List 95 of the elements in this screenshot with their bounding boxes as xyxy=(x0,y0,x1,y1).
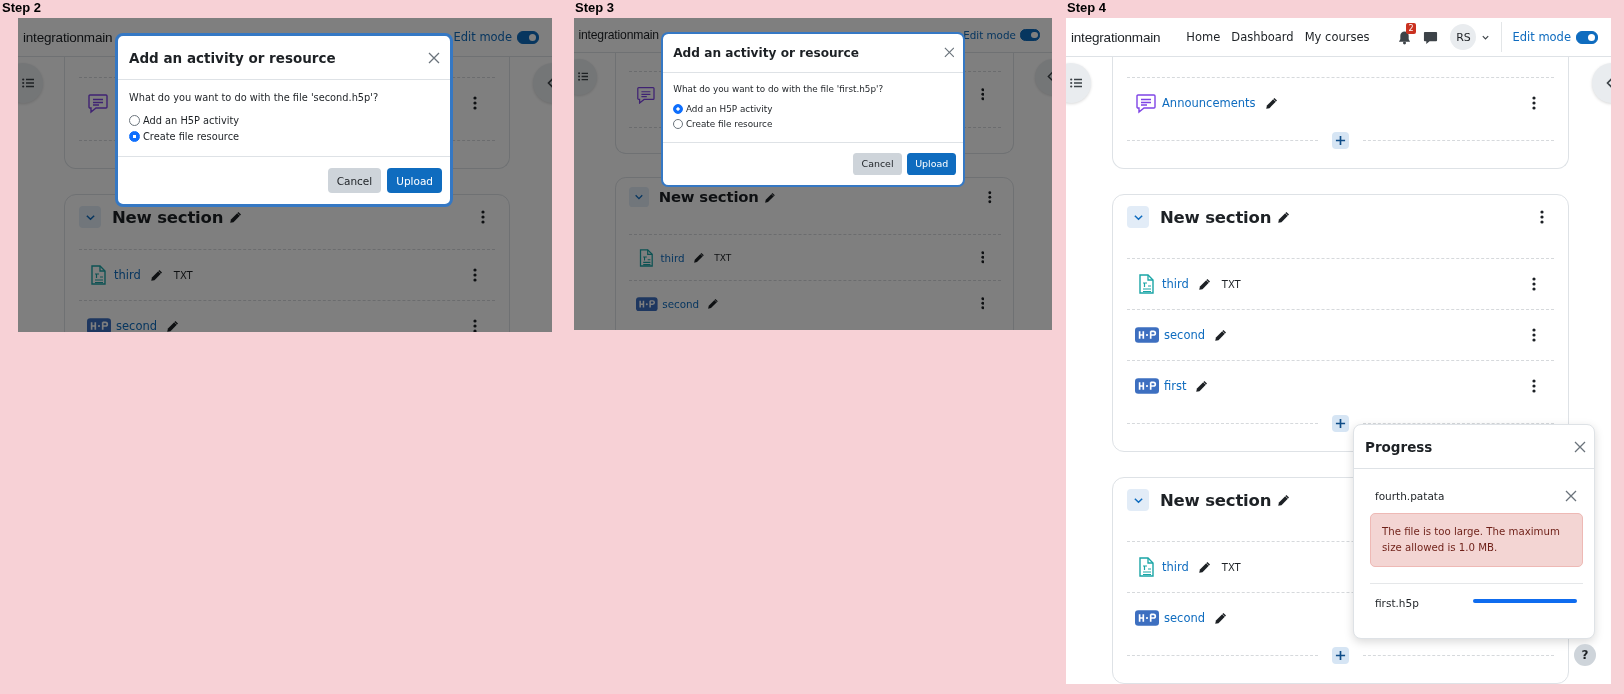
kebab-menu-icon[interactable] xyxy=(1532,96,1536,110)
dialog-title: Add an activity or resource xyxy=(129,49,337,66)
activity-link[interactable]: third xyxy=(1162,560,1189,574)
radio-button[interactable] xyxy=(673,118,684,129)
nav-link[interactable]: Home xyxy=(1186,30,1221,44)
speech-bubble-icon xyxy=(87,92,109,114)
edit-mode-toggle[interactable] xyxy=(1576,30,1598,44)
dialog-question: What do you want to do with the file 'first.h5p'? xyxy=(673,84,885,94)
kebab-menu-icon[interactable] xyxy=(1540,210,1544,224)
error-message: The file is too large. The maximum size allowed is 1.0 MB. xyxy=(1370,513,1583,567)
edit-mode-toggle[interactable] xyxy=(1020,29,1041,41)
site-name[interactable]: integrationmain xyxy=(578,28,659,43)
section-title: New section xyxy=(112,207,224,227)
section-title: New section xyxy=(658,188,759,207)
h5p-icon xyxy=(1135,327,1159,343)
chat-icon[interactable] xyxy=(1423,29,1439,45)
close-icon[interactable] xyxy=(943,47,955,59)
kebab-menu-icon[interactable] xyxy=(1532,328,1536,342)
pencil-icon[interactable] xyxy=(1264,96,1278,110)
radio-button[interactable] xyxy=(673,104,684,115)
list-icon xyxy=(1070,78,1082,88)
step-caption: Step 2 xyxy=(1,0,41,17)
chevron-left-icon xyxy=(1047,71,1052,82)
dialog-question: What do you want to do with the file 'second.h5p'? xyxy=(129,92,380,103)
radio-button[interactable] xyxy=(129,114,140,126)
site-name[interactable]: integrationmain xyxy=(23,29,113,45)
file-type-label: TXT xyxy=(714,252,732,263)
h5p-icon xyxy=(1135,378,1159,394)
option-label[interactable]: Create file resource xyxy=(143,130,240,142)
plus-icon xyxy=(1335,417,1346,429)
close-icon[interactable] xyxy=(1574,440,1586,453)
activity-link[interactable]: second xyxy=(116,319,157,332)
kebab-menu-icon[interactable] xyxy=(1532,379,1536,393)
cancel-button[interactable]: Cancel xyxy=(327,168,382,193)
plus-icon xyxy=(1335,134,1346,146)
activity-link[interactable]: second xyxy=(1164,328,1205,342)
edit-mode-label[interactable]: Edit mode xyxy=(963,29,1016,42)
add-content-button[interactable] xyxy=(1332,131,1349,149)
section-title: New section xyxy=(1160,207,1272,227)
site-name[interactable]: integrationmain xyxy=(1071,29,1161,45)
activity-link[interactable]: third xyxy=(660,251,685,264)
help-button[interactable]: ? xyxy=(1574,644,1596,666)
pencil-icon[interactable] xyxy=(1214,611,1227,625)
h5p-icon xyxy=(1135,610,1159,626)
activity-link[interactable]: third xyxy=(114,268,141,282)
file-type-label: TXT xyxy=(1221,561,1241,573)
speech-bubble-icon xyxy=(636,84,656,105)
section-title: New section xyxy=(1160,490,1272,510)
activity-link[interactable]: Announcements xyxy=(1162,96,1256,110)
dialog-title: Add an activity or resource xyxy=(673,45,861,60)
radio-button[interactable] xyxy=(129,130,140,142)
upload-button[interactable]: Upload xyxy=(387,168,442,193)
user-avatar[interactable]: RS xyxy=(1450,24,1477,50)
edit-mode-label[interactable]: Edit mode xyxy=(453,30,512,44)
pencil-icon[interactable] xyxy=(1277,493,1291,507)
collapse-button[interactable] xyxy=(1127,206,1149,228)
collapse-button[interactable] xyxy=(629,187,649,208)
option-label[interactable]: Create file resource xyxy=(685,118,773,129)
nav-link[interactable]: My courses xyxy=(1304,30,1370,44)
close-icon[interactable] xyxy=(1565,490,1577,502)
notification-count: 2 xyxy=(1406,22,1416,34)
cancel-button[interactable]: Cancel xyxy=(853,152,902,176)
option-label[interactable]: Add an H5P activity xyxy=(143,114,240,126)
popup-title: Progress xyxy=(1365,438,1434,455)
pencil-icon[interactable] xyxy=(1214,328,1227,342)
list-icon xyxy=(577,72,589,81)
option-label[interactable]: Add an H5P activity xyxy=(685,104,773,115)
add-content-button[interactable] xyxy=(1332,646,1349,664)
speech-bubble-icon xyxy=(1135,92,1157,114)
collapse-button[interactable] xyxy=(1127,489,1149,511)
list-icon xyxy=(22,78,34,88)
add-content-button[interactable] xyxy=(1332,414,1349,432)
bell-icon[interactable] xyxy=(1398,29,1412,45)
h5p-icon xyxy=(636,296,658,311)
upload-button[interactable]: Upload xyxy=(907,152,957,176)
pencil-icon[interactable] xyxy=(1197,560,1211,574)
file-name: fourth.patata xyxy=(1375,490,1445,502)
edit-mode-label[interactable]: Edit mode xyxy=(1512,30,1571,44)
activity-link[interactable]: third xyxy=(1162,277,1189,291)
activity-link[interactable]: second xyxy=(662,297,700,310)
step-caption: Step 4 xyxy=(1066,0,1106,17)
activity-link[interactable]: second xyxy=(1164,611,1205,625)
pencil-icon[interactable] xyxy=(1195,379,1209,393)
close-icon[interactable] xyxy=(428,51,440,64)
pencil-icon[interactable] xyxy=(1197,277,1211,291)
step-caption: Step 3 xyxy=(574,0,614,17)
plus-icon xyxy=(1335,649,1346,661)
pencil-icon[interactable] xyxy=(1277,210,1291,224)
file-name: first.h5p xyxy=(1375,597,1419,609)
edit-mode-toggle[interactable] xyxy=(517,30,539,44)
file-type-label: TXT xyxy=(1221,278,1241,290)
file-type-label: TXT xyxy=(173,269,193,281)
kebab-menu-icon[interactable] xyxy=(1532,277,1536,291)
activity-link[interactable]: first xyxy=(1164,379,1187,393)
nav-link[interactable]: Dashboard xyxy=(1231,30,1294,44)
